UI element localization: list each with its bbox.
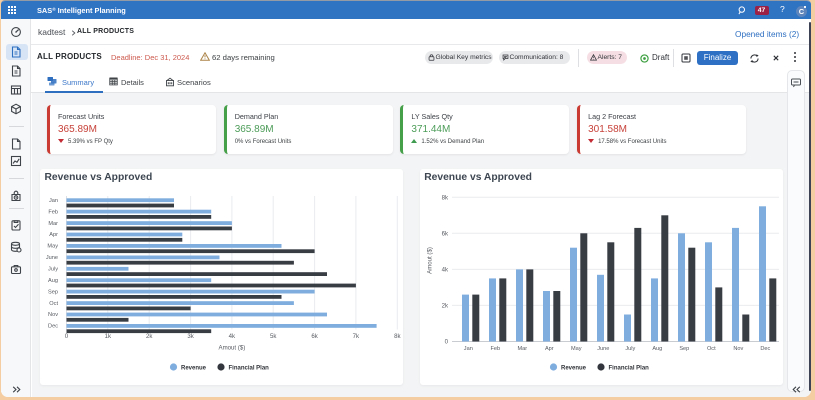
svg-text:Sep: Sep <box>679 346 689 352</box>
svg-text:Nov: Nov <box>733 346 743 352</box>
svg-text:Nov: Nov <box>48 312 58 318</box>
svg-text:Jan: Jan <box>49 197 58 203</box>
svg-text:8k: 8k <box>441 194 448 201</box>
svg-text:0: 0 <box>65 333 69 340</box>
svg-text:Aug: Aug <box>652 346 662 352</box>
svg-text:Dec: Dec <box>48 323 58 329</box>
svg-text:8k: 8k <box>394 333 401 340</box>
svg-text:Financial Plan: Financial Plan <box>229 365 270 371</box>
svg-text:Revenue: Revenue <box>561 365 587 371</box>
svg-text:Dec: Dec <box>760 346 770 352</box>
svg-text:6k: 6k <box>441 230 448 237</box>
svg-text:1k: 1k <box>105 333 112 340</box>
svg-text:Financial Plan: Financial Plan <box>608 365 649 371</box>
svg-text:7k: 7k <box>353 333 360 340</box>
svg-text:4k: 4k <box>441 266 448 273</box>
svg-text:Revenue: Revenue <box>181 365 207 371</box>
svg-text:Feb: Feb <box>490 346 500 352</box>
svg-text:June: June <box>597 346 609 352</box>
svg-text:Feb: Feb <box>48 209 58 215</box>
svg-text:0: 0 <box>444 338 448 345</box>
svg-text:Jan: Jan <box>463 346 472 352</box>
svg-text:Oct: Oct <box>707 346 716 352</box>
svg-text:Oct: Oct <box>49 300 58 306</box>
svg-text:Aug: Aug <box>48 277 58 283</box>
svg-text:May: May <box>571 346 582 352</box>
svg-text:Mar: Mar <box>517 346 527 352</box>
svg-text:Mar: Mar <box>48 220 58 226</box>
svg-text:July: July <box>625 346 635 352</box>
svg-text:May: May <box>47 243 58 249</box>
svg-text:2k: 2k <box>441 302 448 309</box>
svg-text:4k: 4k <box>229 333 236 340</box>
svg-text:Amout ($): Amout ($) <box>426 247 433 274</box>
svg-text:5k: 5k <box>270 333 277 340</box>
svg-text:July: July <box>48 266 58 272</box>
svg-text:Sep: Sep <box>48 289 58 295</box>
svg-text:June: June <box>46 255 58 261</box>
svg-text:Apr: Apr <box>49 232 58 238</box>
svg-text:Amout ($): Amout ($) <box>219 344 246 351</box>
svg-text:3k: 3k <box>187 333 194 340</box>
svg-text:2k: 2k <box>146 333 153 340</box>
svg-text:Apr: Apr <box>545 346 554 352</box>
svg-text:6k: 6k <box>311 333 318 340</box>
